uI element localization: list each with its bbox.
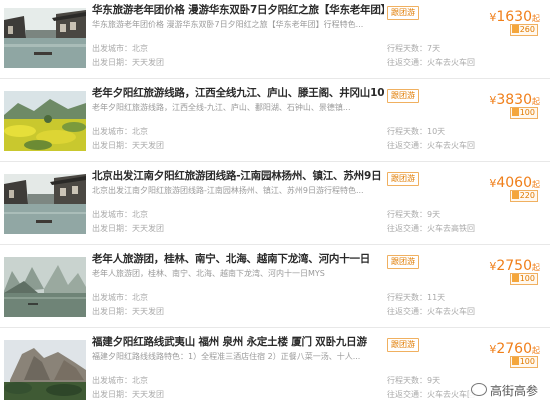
transport-info: 往返交通：火车去高铁回 <box>387 224 475 233</box>
tour-title[interactable]: 福建夕阳红路线武夷山 福州 泉州 永定土楼 厦门 双卧九日游 <box>92 334 384 349</box>
price-value: 2760 <box>496 341 532 357</box>
group-tour-tag: 跟团游 <box>387 255 419 269</box>
tour-description: 华东旅游老年团价格 漫游华东双卧7日夕阳红之旅【华东老年团】行程特色... <box>92 20 364 29</box>
price-value: 2750 <box>496 258 532 274</box>
tour-price: ¥2760起 <box>489 338 540 357</box>
departure-city: 出发城市：北京 <box>92 293 148 302</box>
transport-info: 往返交通：火车去火车回 <box>387 141 475 150</box>
points-value: 100 <box>519 357 535 366</box>
tour-list: 华东旅游老年团价格 漫游华东双卧7日夕阳红之旅【华东老年团】 华东旅游老年团价格… <box>0 0 550 414</box>
departure-date: 出发日期：天天发团 <box>92 224 164 233</box>
tour-thumbnail[interactable] <box>4 8 86 68</box>
tour-title[interactable]: 北京出发江南夕阳红旅游团线路-江南园林扬州、镇江、苏州9日 <box>92 168 384 183</box>
price-value: 4060 <box>496 175 532 191</box>
points-icon <box>511 191 519 199</box>
points-icon <box>511 108 519 116</box>
points-value: 220 <box>519 191 535 200</box>
tour-thumbnail[interactable] <box>4 91 86 151</box>
tour-price: ¥2750起 <box>489 255 540 274</box>
trip-days: 行程天数：7天 <box>387 44 441 53</box>
price-value: 1630 <box>496 9 532 25</box>
price-unit: 起 <box>532 97 540 106</box>
price-value: 3830 <box>496 92 532 108</box>
list-item[interactable]: 福建夕阳红路线武夷山 福州 泉州 永定土楼 厦门 双卧九日游 福建夕阳红路线线路… <box>0 332 550 410</box>
tour-description: 老年人旅游团，桂林、南宁、北海、越南下龙湾、河内十一日MYS <box>92 269 325 278</box>
points-badge: 100 <box>509 273 538 285</box>
departure-date: 出发日期：天天发团 <box>92 390 164 399</box>
trip-days: 行程天数：9天 <box>387 210 441 219</box>
price-unit: 起 <box>532 14 540 23</box>
group-tour-tag: 跟团游 <box>387 338 419 352</box>
price-unit: 起 <box>532 263 540 272</box>
water-town-photo <box>4 174 86 234</box>
tour-title[interactable]: 老年人旅游团，桂林、南宁、北海、越南下龙湾、河内十一日 <box>92 251 384 266</box>
points-value: 260 <box>519 25 535 34</box>
tour-price: ¥1630起 <box>489 6 540 25</box>
list-item[interactable]: 老年人旅游团，桂林、南宁、北海、越南下龙湾、河内十一日 老年人旅游团，桂林、南宁… <box>0 249 550 328</box>
departure-city: 出发城市：北京 <box>92 127 148 136</box>
watermark-text: 高街高参 <box>489 384 538 398</box>
list-item[interactable]: 老年夕阳红旅游线路，江西全线九江、庐山、滕王阁、井冈山10日 老年夕阳红旅游线路… <box>0 83 550 162</box>
list-item[interactable]: 北京出发江南夕阳红旅游团线路-江南园林扬州、镇江、苏州9日 北京出发江南夕阳红旅… <box>0 166 550 245</box>
tour-title[interactable]: 老年夕阳红旅游线路，江西全线九江、庐山、滕王阁、井冈山10日 <box>92 85 384 100</box>
departure-date: 出发日期：天天发团 <box>92 307 164 316</box>
mountain-rock-photo <box>4 340 86 400</box>
water-town-photo <box>4 8 86 68</box>
points-icon <box>511 25 519 33</box>
departure-date: 出发日期：天天发团 <box>92 141 164 150</box>
transport-info: 往返交通：火车去火车回 <box>387 58 475 67</box>
points-badge: 100 <box>509 356 538 368</box>
tour-thumbnail[interactable] <box>4 340 86 400</box>
points-badge: 100 <box>509 107 538 119</box>
account-watermark: 高街高参 <box>468 381 540 400</box>
wechat-icon <box>470 383 487 396</box>
points-value: 100 <box>519 108 535 117</box>
tour-title[interactable]: 华东旅游老年团价格 漫游华东双卧7日夕阳红之旅【华东老年团】 <box>92 2 384 17</box>
departure-city: 出发城市：北京 <box>92 376 148 385</box>
tour-description: 北京出发江南夕阳红旅游团线路-江南园林扬州、镇江、苏州9日游行程特色... <box>92 186 364 195</box>
points-badge: 220 <box>509 190 538 202</box>
points-icon <box>511 357 519 365</box>
price-unit: 起 <box>532 346 540 355</box>
tour-description: 老年夕阳红旅游线路，江西全线-九江、庐山、鄱阳湖、石钟山、景德镇... <box>92 103 351 112</box>
tour-thumbnail[interactable] <box>4 174 86 234</box>
departure-city: 出发城市：北京 <box>92 210 148 219</box>
tour-price: ¥4060起 <box>489 172 540 191</box>
price-unit: 起 <box>532 180 540 189</box>
points-badge: 260 <box>509 24 538 36</box>
list-item[interactable]: 华东旅游老年团价格 漫游华东双卧7日夕阳红之旅【华东老年团】 华东旅游老年团价格… <box>0 0 550 79</box>
departure-date: 出发日期：天天发团 <box>92 58 164 67</box>
trip-days: 行程天数：10天 <box>387 127 446 136</box>
points-icon <box>511 274 519 282</box>
points-value: 100 <box>519 274 535 283</box>
tour-thumbnail[interactable] <box>4 257 86 317</box>
departure-city: 出发城市：北京 <box>92 44 148 53</box>
rapeseed-field-photo <box>4 91 86 151</box>
misty-river-photo <box>4 257 86 317</box>
trip-days: 行程天数：11天 <box>387 293 446 302</box>
tour-description: 福建夕阳红路线线路特色：1）全程准三酒店住宿 2）正餐八菜一汤、十人... <box>92 352 361 361</box>
transport-info: 往返交通：火车去火车回 <box>387 307 475 316</box>
tour-price: ¥3830起 <box>489 89 540 108</box>
group-tour-tag: 跟团游 <box>387 172 419 186</box>
group-tour-tag: 跟团游 <box>387 6 419 20</box>
group-tour-tag: 跟团游 <box>387 89 419 103</box>
